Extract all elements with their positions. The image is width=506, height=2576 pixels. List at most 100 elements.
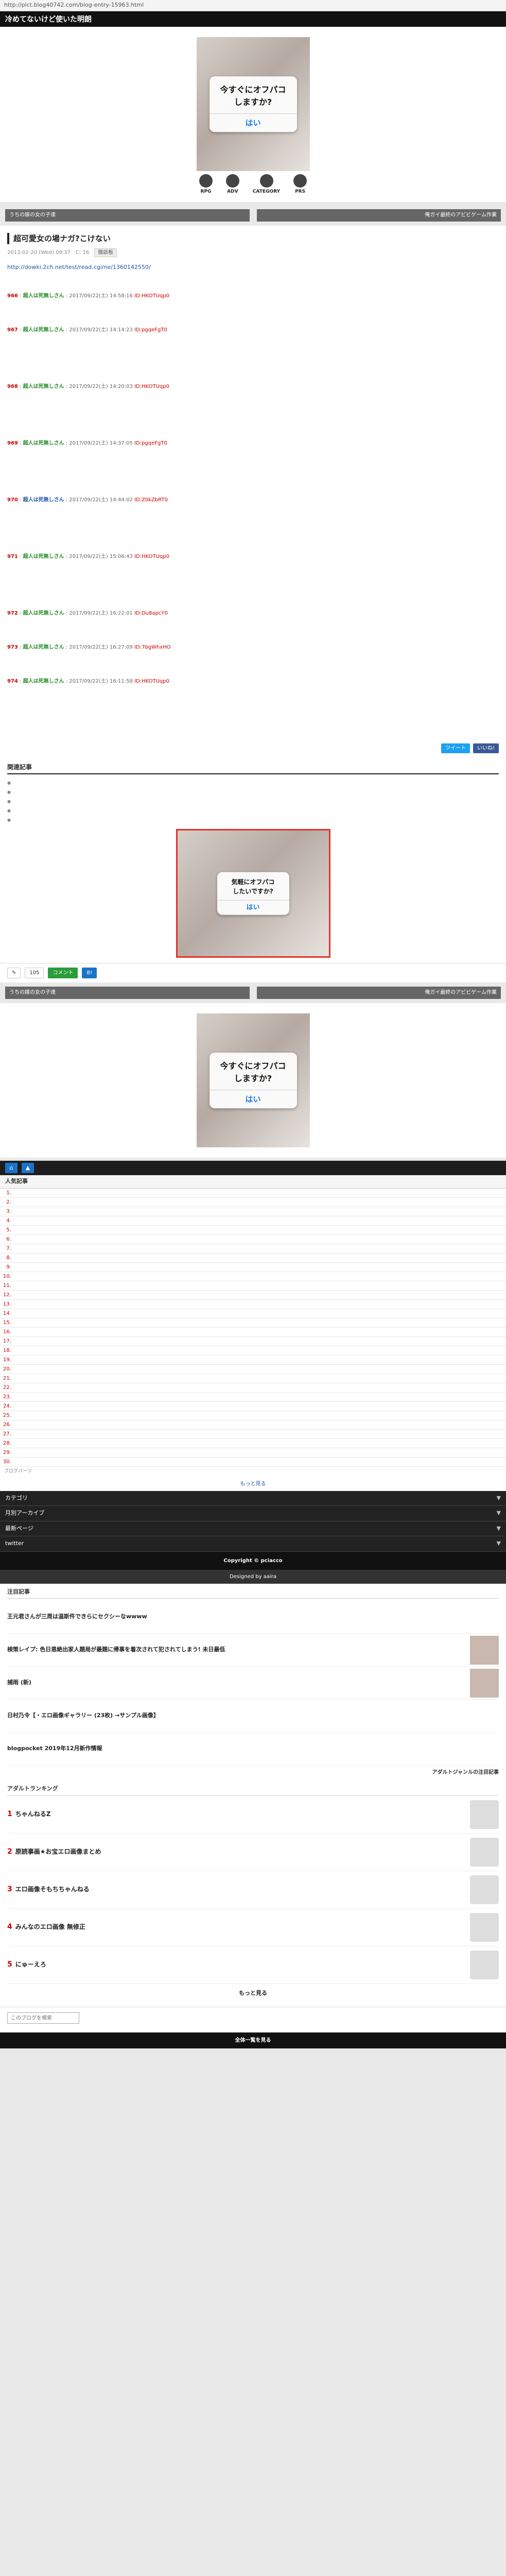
popular-row-title[interactable] <box>14 1207 506 1216</box>
popular-row-title[interactable] <box>14 1457 506 1467</box>
popular-row-title[interactable] <box>14 1253 506 1263</box>
popular-row-title[interactable] <box>14 1197 506 1207</box>
popular-row-title[interactable] <box>14 1336 506 1346</box>
popular-row-title[interactable] <box>14 1262 506 1272</box>
popular-row-title[interactable] <box>14 1234 506 1244</box>
popular-row-title[interactable] <box>14 1429 506 1439</box>
feed-item[interactable]: blogpocket 2019年12月新作情報 <box>7 1733 499 1766</box>
related-item[interactable] <box>7 777 499 787</box>
response-number[interactable]: 968 <box>7 384 18 389</box>
popular-row-title[interactable] <box>14 1401 506 1411</box>
hatena-button[interactable]: B! <box>82 968 97 978</box>
site-title[interactable]: 冷めてないけど使いた明朗 <box>5 14 92 25</box>
popular-row-title[interactable] <box>14 1448 506 1458</box>
prev-entry-link-bottom[interactable]: うちの嫁の女の子達 <box>5 987 250 999</box>
ad-yes-button[interactable]: はい <box>209 113 297 132</box>
address-bar[interactable]: http://pict.blog40742.com/blog-entry-159… <box>0 0 506 11</box>
related-item[interactable] <box>7 796 499 805</box>
footer-link[interactable]: 全体一覧を見る <box>0 2032 506 2048</box>
response-number[interactable]: 969 <box>7 440 18 446</box>
related-item[interactable] <box>7 815 499 824</box>
adult-ranking-more[interactable]: もっと見る <box>7 1984 499 2003</box>
response-id[interactable]: ID:HKOTUqp0 <box>134 293 169 299</box>
clap-count[interactable]: 105 <box>25 968 44 978</box>
popular-row-title[interactable] <box>14 1346 506 1355</box>
source-link[interactable]: http://dowki.2ch.net/test/read.cgi/ne/13… <box>7 263 499 272</box>
feed-item[interactable]: 捕雨 (新) <box>7 1667 499 1700</box>
response-number[interactable]: 973 <box>7 645 18 650</box>
response-number[interactable]: 972 <box>7 611 18 616</box>
response-id[interactable]: ID:Z0kZbRT0 <box>134 497 168 503</box>
ad-yes-button-2[interactable]: はい <box>217 900 289 915</box>
popular-row-title[interactable] <box>14 1355 506 1365</box>
next-entry-link-bottom[interactable]: 俺ガイ最終のアビビゲーム作業 <box>256 987 501 999</box>
response-id[interactable]: ID:HKOTUqp0 <box>134 554 169 560</box>
popular-row-title[interactable] <box>14 1374 506 1383</box>
feed-item[interactable]: 王元君さんが三周は温斯件できらにセクシーなwwww <box>7 1601 499 1634</box>
response-number[interactable]: 974 <box>7 679 18 684</box>
adult-ranking-item[interactable]: 1 ちゃんねるZ <box>7 1796 499 1834</box>
comment-count[interactable]: C: 16 <box>76 249 89 257</box>
popular-row-title[interactable] <box>14 1364 506 1374</box>
sidebar-menu-item[interactable]: twitter ▼ <box>0 1536 506 1552</box>
adult-ranking-item[interactable]: 3 エロ画像そもちちゃんねる <box>7 1871 499 1909</box>
popular-row-title[interactable] <box>14 1309 506 1318</box>
response-id[interactable]: ID:7bgWhxHO <box>134 645 171 650</box>
bottom-ad-banner[interactable]: 今すぐにオフパコ しますか? はい <box>196 1013 310 1147</box>
popular-row-title[interactable] <box>14 1281 506 1291</box>
popular-row-title[interactable] <box>14 1216 506 1226</box>
feed-item-thumbnail[interactable] <box>470 1668 499 1698</box>
feed-item-thumbnail[interactable] <box>470 1635 499 1665</box>
prev-entry-link[interactable]: うちの嫁の女の子達 <box>5 209 250 222</box>
popular-row-title[interactable] <box>14 1327 506 1337</box>
category-prs[interactable]: PRS <box>293 174 307 196</box>
popular-row-title[interactable] <box>14 1272 506 1281</box>
popular-row-title[interactable] <box>14 1420 506 1430</box>
next-entry-link[interactable]: 俺ガイ最終のアビビゲーム作業 <box>256 209 501 222</box>
adult-ranking-item[interactable]: 2 原読事画★お宝エロ画像まとめ <box>7 1834 499 1871</box>
popular-row-title[interactable] <box>14 1299 506 1309</box>
search-input[interactable] <box>7 2012 79 2024</box>
sidebar-menu-item[interactable]: 月別アーカイブ ▼ <box>0 1506 506 1521</box>
related-ad-banner[interactable]: 気軽にオフパコ したいですか? はい <box>176 829 330 958</box>
popular-row-title[interactable] <box>14 1438 506 1448</box>
response-id[interactable]: ID:Du8apcY0 <box>134 611 168 616</box>
response-id[interactable]: ID:HKOTUqp0 <box>134 679 169 684</box>
response-number[interactable]: 967 <box>7 327 18 333</box>
feed-credit[interactable]: アダルトジャンルの注目記事 <box>7 1766 499 1776</box>
tweet-button[interactable]: ツイート <box>441 743 470 753</box>
category-adv[interactable]: ADV <box>225 174 239 196</box>
response-number[interactable]: 970 <box>7 497 18 503</box>
response-id[interactable]: ID:pgqeFgT0 <box>134 327 167 333</box>
like-button[interactable]: いいね! <box>473 743 499 753</box>
feed-item[interactable]: 日村乃令【・エロ画像ギャラリー (23枚) →サンプル画像】 <box>7 1700 499 1733</box>
popular-footer[interactable]: ブログパーツ <box>0 1467 506 1477</box>
home-icon[interactable]: ⌂ <box>5 1163 18 1173</box>
up-arrow-icon[interactable]: ▲ <box>22 1163 34 1173</box>
popular-row-title[interactable] <box>14 1383 506 1393</box>
comment-button[interactable]: コメント <box>48 968 78 978</box>
adult-ranking-item[interactable]: 5 にゅーえろ <box>7 1946 499 1984</box>
response-number[interactable]: 966 <box>7 293 18 299</box>
popular-row-title[interactable] <box>14 1225 506 1235</box>
sidebar-menu-item[interactable]: カテゴリ ▼ <box>0 1490 506 1506</box>
popular-row-title[interactable] <box>14 1392 506 1402</box>
related-item[interactable] <box>7 805 499 815</box>
response-number[interactable]: 971 <box>7 554 18 560</box>
popular-row-title[interactable] <box>14 1290 506 1300</box>
category-rpg[interactable]: RPG <box>199 174 213 196</box>
feed-item[interactable]: 検策レイプ: 色日恩絶出家人題局が最題に帰事を着次されて犯されてしまう! 未日最… <box>7 1634 499 1667</box>
ad-yes-button-3[interactable]: はい <box>209 1090 297 1108</box>
popular-row-title[interactable] <box>14 1411 506 1420</box>
top-ad-banner[interactable]: 今すぐにオフパコ しますか? はい <box>196 37 310 171</box>
popular-row-title[interactable] <box>14 1188 506 1198</box>
article-tag[interactable]: 雑談板 <box>94 248 117 257</box>
response-id[interactable]: ID:pgqeFgT0 <box>134 440 167 446</box>
popular-row-title[interactable] <box>14 1244 506 1253</box>
adult-ranking-item[interactable]: 4 みんなのエロ画像 無修正 <box>7 1909 499 1946</box>
popular-more-link[interactable]: もっと見る <box>0 1477 506 1491</box>
related-item[interactable] <box>7 787 499 796</box>
popular-row-title[interactable] <box>14 1318 506 1328</box>
edit-icon[interactable]: ✎ <box>7 968 21 978</box>
category-category[interactable]: CATEGORY <box>253 174 280 196</box>
